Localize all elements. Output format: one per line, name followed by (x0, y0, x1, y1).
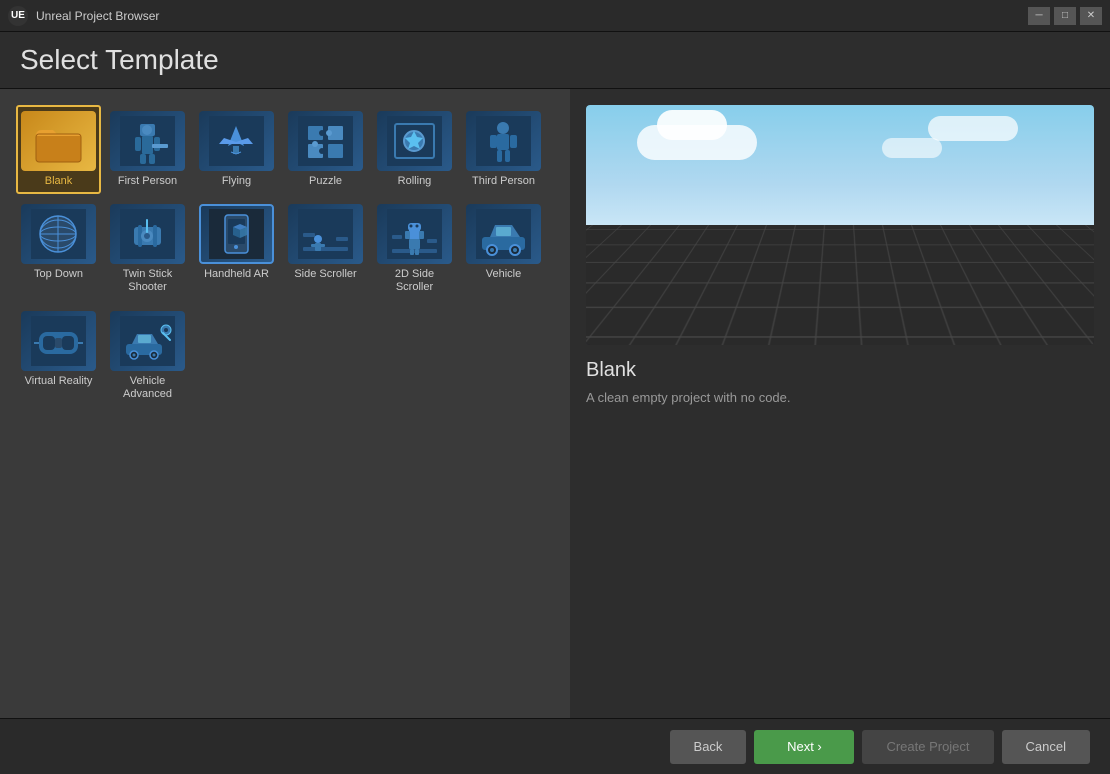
template-label-rolling: Rolling (398, 175, 432, 188)
back-button[interactable]: Back (670, 730, 747, 764)
template-label-top-down: Top Down (34, 268, 83, 281)
template-label-virtual-reality: Virtual Reality (25, 375, 93, 388)
title-bar: UE Unreal Project Browser ─ □ ✕ (0, 0, 1110, 32)
preview-image (586, 105, 1094, 345)
close-button[interactable]: ✕ (1080, 7, 1102, 25)
minimize-button[interactable]: ─ (1028, 7, 1050, 25)
preview-title: Blank (586, 359, 1094, 382)
template-icon-third-person (466, 111, 541, 171)
template-item-first-person[interactable]: First Person (105, 105, 190, 194)
cloud-2 (928, 116, 1018, 141)
template-item-flying[interactable]: Flying (194, 105, 279, 194)
template-item-2d-side[interactable]: 2D Side Scroller (372, 198, 457, 300)
grid-vertical (586, 225, 1094, 345)
template-label-2d-side: 2D Side Scroller (378, 268, 451, 294)
template-icon-puzzle (288, 111, 363, 171)
preview-panel: Blank A clean empty project with no code… (570, 89, 1110, 718)
template-panel: Blank (0, 89, 570, 718)
template-label-vehicle: Vehicle (486, 268, 521, 281)
preview-description: A clean empty project with no code. (586, 388, 1094, 408)
window-controls: ─ □ ✕ (1028, 7, 1102, 25)
cloud-1 (637, 125, 757, 160)
template-item-vehicle[interactable]: Vehicle (461, 198, 546, 300)
template-icon-flying (199, 111, 274, 171)
template-icon-handheld-ar (199, 204, 274, 264)
page-header: Select Template (0, 32, 1110, 89)
template-item-twin-stick[interactable]: Twin Stick Shooter (105, 198, 190, 300)
template-label-first-person: First Person (118, 175, 177, 188)
template-label-puzzle: Puzzle (309, 175, 342, 188)
template-icon-virtual-reality (21, 311, 96, 371)
template-label-side-scroller: Side Scroller (294, 268, 356, 281)
template-label-third-person: Third Person (472, 175, 535, 188)
ground-plane (586, 225, 1094, 345)
template-icon-side-scroller (288, 204, 363, 264)
template-item-puzzle[interactable]: Puzzle (283, 105, 368, 194)
cancel-button[interactable]: Cancel (1002, 730, 1090, 764)
main-content: Blank (0, 89, 1110, 718)
template-item-third-person[interactable]: Third Person (461, 105, 546, 194)
cloud-3 (882, 138, 942, 158)
create-project-button: Create Project (862, 730, 993, 764)
template-icon-rolling (377, 111, 452, 171)
template-icon-top-down (21, 204, 96, 264)
window-title: Unreal Project Browser (36, 9, 159, 23)
template-item-top-down[interactable]: Top Down (16, 198, 101, 300)
template-icon-vehicle-advanced (110, 311, 185, 371)
template-icon-blank (21, 111, 96, 171)
template-label-vehicle-advanced: Vehicle Advanced (111, 375, 184, 401)
next-button[interactable]: Next › (754, 730, 854, 764)
template-item-vehicle-advanced[interactable]: Vehicle Advanced (105, 305, 190, 407)
template-label-handheld-ar: Handheld AR (204, 268, 269, 281)
page-title: Select Template (20, 44, 1090, 76)
template-label-blank: Blank (45, 175, 73, 188)
template-item-handheld-ar[interactable]: Handheld AR (194, 198, 279, 300)
template-icon-2d-side (377, 204, 452, 264)
template-item-rolling[interactable]: Rolling (372, 105, 457, 194)
ue-logo-icon: UE (8, 6, 28, 26)
maximize-button[interactable]: □ (1054, 7, 1076, 25)
template-icon-first-person (110, 111, 185, 171)
template-icon-twin-stick (110, 204, 185, 264)
title-bar-left: UE Unreal Project Browser (8, 6, 159, 26)
template-item-virtual-reality[interactable]: Virtual Reality (16, 305, 101, 407)
sky-background (586, 105, 1094, 237)
template-icon-vehicle (466, 204, 541, 264)
template-item-blank[interactable]: Blank (16, 105, 101, 194)
template-label-flying: Flying (222, 175, 251, 188)
footer: Back Next › Create Project Cancel (0, 718, 1110, 774)
sky-scene (586, 105, 1094, 345)
template-item-side-scroller[interactable]: Side Scroller (283, 198, 368, 300)
template-grid: Blank (16, 105, 554, 407)
template-label-twin-stick: Twin Stick Shooter (111, 268, 184, 294)
